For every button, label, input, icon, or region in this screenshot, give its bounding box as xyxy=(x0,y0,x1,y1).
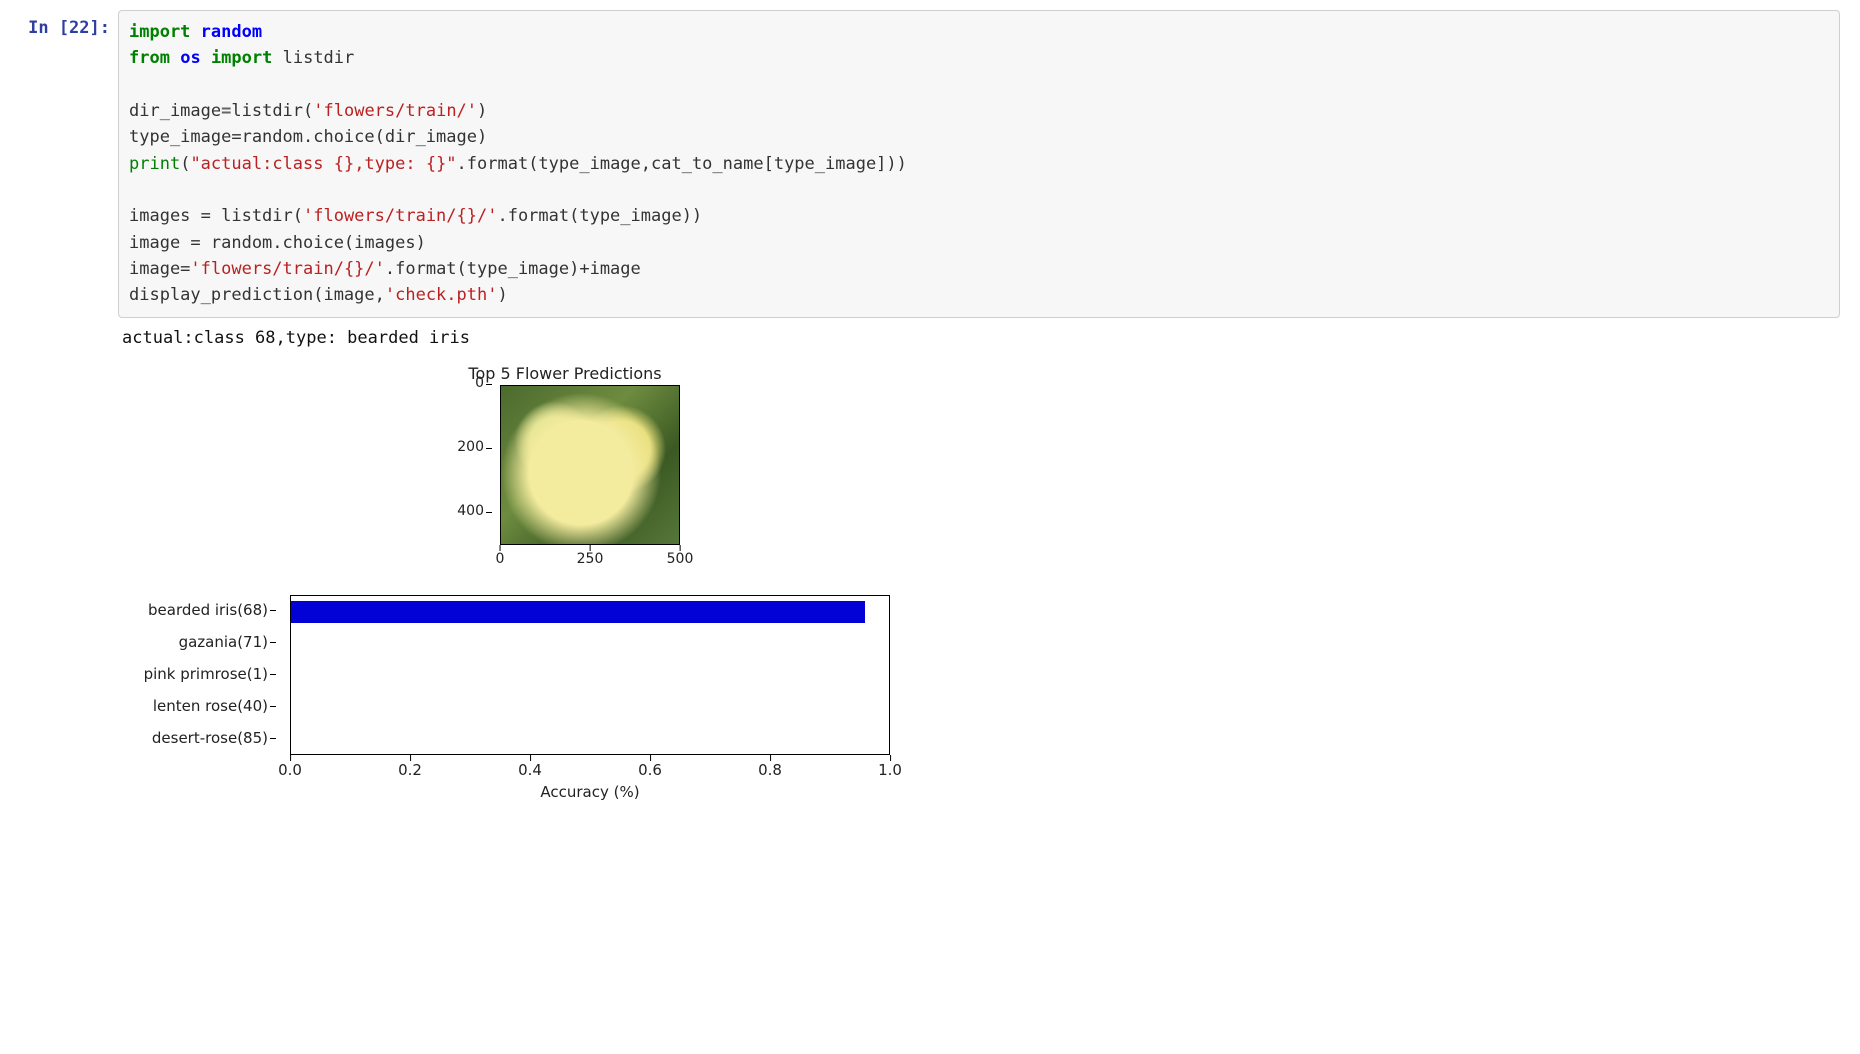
str-fmt1: "actual:class {},type: {}" xyxy=(190,154,456,174)
str-fmt3: 'flowers/train/{}/' xyxy=(190,259,384,279)
bar-xtick: 0.4 xyxy=(518,761,542,779)
op-eq: = xyxy=(221,101,231,121)
fn-print: print xyxy=(129,154,180,174)
id-listdir: listdir xyxy=(283,48,355,68)
bar-category-label: pink primrose(1) xyxy=(120,665,268,683)
code11b: ) xyxy=(497,285,507,305)
image-yaxis: 0200400 xyxy=(440,379,498,559)
output-area: actual:class 68,type: bearded iris Top 5… xyxy=(118,322,1840,805)
flower-image xyxy=(500,385,680,545)
stdout-line: actual:class 68,type: bearded iris xyxy=(122,328,1840,348)
code-editor[interactable]: import random from os import listdir dir… xyxy=(118,10,1840,318)
image-subplot: 0 200 400 0250500 xyxy=(440,385,790,585)
code6b: .format(type_image,cat_to_name[type_imag… xyxy=(457,154,907,174)
image-ytick: 0 xyxy=(444,375,484,391)
notebook: In [22]: import random from os import li… xyxy=(0,0,1860,849)
matplotlib-figure: Top 5 Flower Predictions 0200400 0250500… xyxy=(130,364,1050,805)
image-xtick: 0 xyxy=(496,551,505,567)
code-cell: In [22]: import random from os import li… xyxy=(8,10,1840,318)
output-prompt-spacer xyxy=(8,322,118,330)
input-prompt: In [22]: xyxy=(8,10,118,38)
bar-xtick: 0.2 xyxy=(398,761,422,779)
code10a: image= xyxy=(129,259,190,279)
str-check: 'check.pth' xyxy=(385,285,498,305)
image-xaxis: 0250500 xyxy=(500,549,690,575)
bar-ylabels: bearded iris(68)gazania(71)pink primrose… xyxy=(130,595,278,755)
bar-xaxis: 0.00.20.40.60.81.0 xyxy=(290,757,890,781)
code10b: .format(type_image)+image xyxy=(385,259,641,279)
code-line5: type_image=random.choice(dir_image) xyxy=(129,127,487,147)
output-cell: actual:class 68,type: bearded iris Top 5… xyxy=(8,322,1840,805)
code8b: .format(type_image)) xyxy=(497,206,702,226)
str-train: 'flowers/train/' xyxy=(313,101,477,121)
kw-import2: import xyxy=(211,48,272,68)
kw-import: import xyxy=(129,22,190,42)
code6a: ( xyxy=(180,154,190,174)
code8a: images = listdir( xyxy=(129,206,303,226)
code11a: display_prediction(image, xyxy=(129,285,385,305)
bar-subplot: bearded iris(68)gazania(71)pink primrose… xyxy=(130,595,1050,805)
str-fmt2: 'flowers/train/{}/' xyxy=(303,206,497,226)
code-line4a: dir_image xyxy=(129,101,221,121)
code9: image = random.choice(images) xyxy=(129,233,426,253)
bar-xtick: 0.0 xyxy=(278,761,302,779)
bar-category-label: desert-rose(85) xyxy=(120,729,268,747)
bar-xtick: 0.6 xyxy=(638,761,662,779)
bar-xtick: 1.0 xyxy=(878,761,902,779)
bar-xtick: 0.8 xyxy=(758,761,782,779)
code-line4b: listdir( xyxy=(231,101,313,121)
bar-xlabel: Accuracy (%) xyxy=(290,783,890,801)
bar-category-label: lenten rose(40) xyxy=(120,697,268,715)
image-ytick: 400 xyxy=(444,503,484,519)
mod-os: os xyxy=(180,48,200,68)
kw-from: from xyxy=(129,48,170,68)
image-ytick: 200 xyxy=(444,439,484,455)
bar-category-label: gazania(71) xyxy=(120,633,268,651)
mod-random: random xyxy=(201,22,262,42)
bar-category-label: bearded iris(68) xyxy=(120,601,268,619)
image-xtick: 250 xyxy=(577,551,604,567)
code-line4c: ) xyxy=(477,101,487,121)
bar-plot-box xyxy=(290,595,890,755)
image-xtick: 500 xyxy=(667,551,694,567)
bar xyxy=(291,601,865,623)
